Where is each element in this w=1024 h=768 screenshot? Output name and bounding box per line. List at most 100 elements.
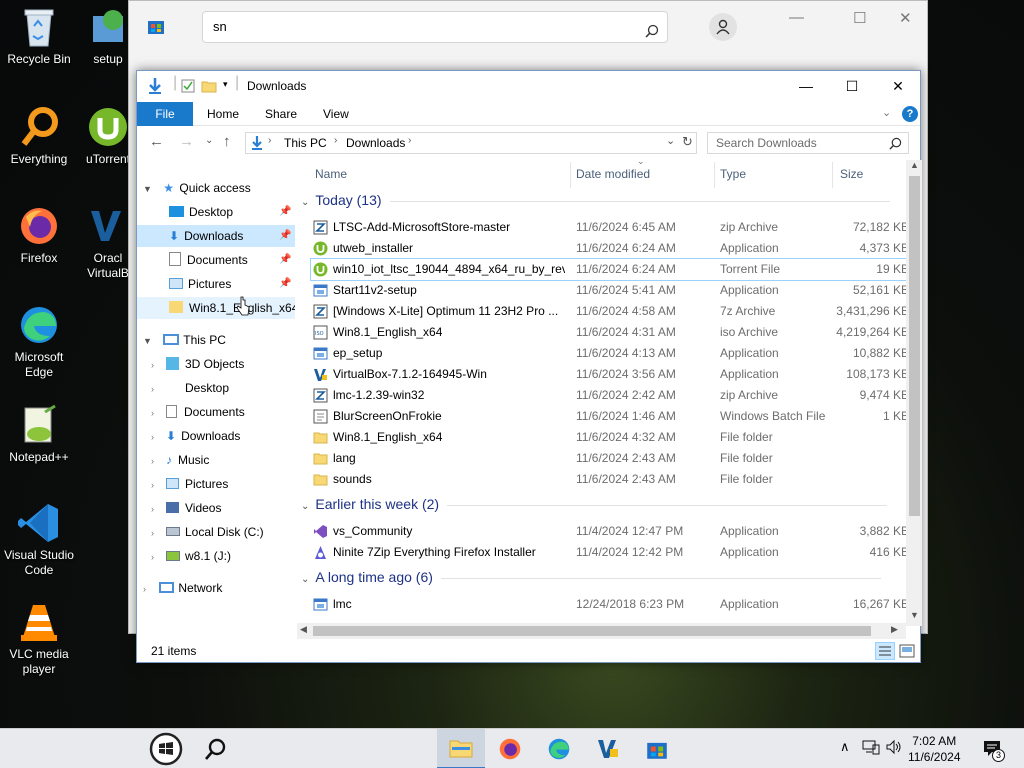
vertical-scrollbar[interactable]: ▲ ▼ <box>906 160 922 626</box>
file-row[interactable]: lmc-1.2.39-win32 11/6/2024 2:42 AM zip Arc… <box>311 385 909 406</box>
nav-item-w81-drive[interactable]: › w8.1 (J:) <box>151 545 295 567</box>
address-dropdown-icon[interactable]: ⌄ <box>666 134 675 147</box>
column-header-date[interactable]: Date modified <box>576 160 650 188</box>
column-header-size[interactable]: Size <box>840 160 863 188</box>
forward-arrow-icon[interactable]: → <box>179 133 194 150</box>
column-header-name[interactable]: Name <box>315 160 347 188</box>
start-button[interactable] <box>142 729 190 768</box>
nav-item-local-disk[interactable]: › Local Disk (C:) <box>151 521 295 543</box>
scroll-down-icon[interactable]: ▼ <box>910 610 919 620</box>
recent-chevron-icon[interactable]: ⌄ <box>205 135 213 146</box>
file-row[interactable]: win10_iot_ltsc_19044_4894_x64_ru_by_rev.… <box>310 258 909 281</box>
expand-ribbon-icon[interactable]: ⌄ <box>882 106 891 119</box>
group-header[interactable]: ⌄ Earlier this week (2) <box>301 496 888 512</box>
nav-network[interactable]: › Network <box>143 577 295 599</box>
title-bar[interactable]: | ▾ | Downloads — ☐ ✕ <box>137 71 920 102</box>
large-icons-view-icon[interactable] <box>899 644 915 661</box>
file-row[interactable]: sounds 11/6/2024 2:43 AM File folder <box>311 469 909 490</box>
group-header[interactable]: ⌄ Today (13) <box>301 192 890 208</box>
desktop-icon-everything[interactable]: Everything <box>2 106 76 167</box>
up-arrow-icon[interactable]: ↑ <box>223 133 231 150</box>
close-icon[interactable]: ✕ <box>875 71 921 101</box>
taskbar-virtualbox[interactable] <box>584 729 632 768</box>
tab-view[interactable]: View <box>323 102 349 126</box>
tab-share[interactable]: Share <box>265 102 297 126</box>
minimize-icon[interactable]: — <box>789 9 804 26</box>
nav-item-documents[interactable]: Documents 📌 <box>137 249 295 271</box>
maximize-icon[interactable]: ☐ <box>829 71 875 101</box>
desktop-icon-firefox[interactable]: Firefox <box>2 205 76 266</box>
column-header-type[interactable]: Type <box>720 160 746 188</box>
back-arrow-icon[interactable]: ← <box>149 133 164 150</box>
network-tray-icon[interactable] <box>862 739 880 758</box>
desktop-icon-edge[interactable]: Microsoft Edge <box>2 304 76 380</box>
nav-item-music[interactable]: › ♪ Music <box>151 449 295 471</box>
nav-item-downloads[interactable]: ⬇ Downloads 📌 <box>137 225 295 247</box>
desktop-icon-vlc[interactable]: VLC media player <box>2 601 76 677</box>
file-row[interactable]: Win8.1_English_x64 11/6/2024 4:32 AM File … <box>311 427 909 448</box>
horizontal-scroll-thumb[interactable] <box>313 626 871 636</box>
chevron-down-icon[interactable]: ▾ <box>223 79 228 90</box>
notification-center-icon[interactable]: 3 <box>982 739 1005 762</box>
breadcrumb-this-pc[interactable]: This PC <box>284 136 327 150</box>
scroll-left-icon[interactable]: ◀ <box>300 624 307 635</box>
taskbar-store[interactable] <box>633 729 681 768</box>
tab-file[interactable]: File <box>137 102 193 126</box>
store-search-input[interactable]: sn <box>202 11 668 43</box>
breadcrumb-downloads[interactable]: Downloads <box>346 136 405 150</box>
volume-icon[interactable] <box>885 739 903 758</box>
taskbar-firefox[interactable] <box>486 729 534 768</box>
nav-item-pc-desktop[interactable]: › Desktop <box>151 377 295 399</box>
horizontal-scrollbar[interactable]: ◀ ▶ <box>297 623 906 639</box>
system-clock[interactable]: 7:02 AM 11/6/2024 <box>908 733 961 765</box>
taskbar-edge[interactable] <box>535 729 583 768</box>
tab-home[interactable]: Home <box>207 102 239 126</box>
file-explorer-window[interactable]: | ▾ | Downloads — ☐ ✕ File Home Share Vi… <box>136 70 922 663</box>
properties-icon[interactable] <box>181 79 195 96</box>
scroll-right-icon[interactable]: ▶ <box>891 624 898 635</box>
nav-quick-access[interactable]: ▼ ★ Quick access <box>143 177 295 199</box>
close-icon[interactable]: ✕ <box>899 9 912 27</box>
group-header[interactable]: ⌄ A long time ago (6) <box>301 569 881 585</box>
address-bar[interactable]: › This PC › Downloads › ⌄ ↻ <box>245 132 697 154</box>
nav-item-win81-folder[interactable]: Win8.1_English_x64 <box>137 297 295 319</box>
vertical-scroll-thumb[interactable] <box>909 176 920 516</box>
maximize-icon[interactable]: ☐ <box>853 9 866 27</box>
show-hidden-icons-chevron[interactable]: ∧ <box>840 739 850 755</box>
file-row[interactable]: VirtualBox-7.1.2-164945-Win 11/6/2024 3:5… <box>311 364 909 385</box>
scroll-up-icon[interactable]: ▲ <box>910 160 919 170</box>
nav-item-pictures[interactable]: Pictures 📌 <box>137 273 295 295</box>
file-row[interactable]: lang 11/6/2024 2:43 AM File folder <box>311 448 909 469</box>
nav-item-pc-documents[interactable]: › Documents <box>151 401 295 423</box>
file-row[interactable]: Start11v2-setup 11/6/2024 5:41 AM Applicat… <box>311 280 909 301</box>
file-row[interactable]: LTSC-Add-MicrosoftStore-master 11/6/2024 … <box>311 217 909 238</box>
search-icon[interactable] <box>645 19 659 49</box>
refresh-icon[interactable]: ↻ <box>682 134 693 150</box>
desktop-icon-vscode[interactable]: Visual Studio Code <box>2 502 76 578</box>
desktop-icon-notepadpp[interactable]: Notepad++ <box>2 404 76 465</box>
desktop-icon-recycle-bin[interactable]: Recycle Bin <box>2 6 76 67</box>
file-row[interactable]: BlurScreenOnFrokie 11/6/2024 1:46 AM Windo… <box>311 406 909 427</box>
nav-this-pc[interactable]: ▼ This PC <box>143 329 295 351</box>
nav-item-videos[interactable]: › Videos <box>151 497 295 519</box>
nav-item-pc-downloads[interactable]: › ⬇ Downloads <box>151 425 295 447</box>
search-icon[interactable] <box>889 136 902 156</box>
nav-item-3d-objects[interactable]: › 3D Objects <box>151 353 295 375</box>
file-row[interactable]: [Windows X-Lite] Optimum 11 23H2 Pro ...… <box>311 301 909 322</box>
file-row[interactable]: vs_Community 11/4/2024 12:47 PM Applicatio… <box>311 521 909 542</box>
search-button[interactable] <box>192 729 240 768</box>
help-icon[interactable]: ? <box>902 106 918 122</box>
nav-item-desktop[interactable]: Desktop 📌 <box>137 201 295 223</box>
file-row[interactable]: utweb_installer 11/6/2024 6:24 AM Applicat… <box>311 238 909 259</box>
minimize-icon[interactable]: — <box>783 71 829 101</box>
file-row[interactable]: lmc 12/24/2018 6:23 PM Application 16,267 K… <box>311 594 909 615</box>
taskbar-file-explorer[interactable] <box>437 729 485 768</box>
file-row[interactable]: ISO Win8.1_English_x64 11/6/2024 4:31 AM is… <box>311 322 909 343</box>
file-row[interactable]: ep_setup 11/6/2024 4:13 AM Application 10,8… <box>311 343 909 364</box>
details-view-icon[interactable] <box>875 642 895 660</box>
nav-item-pc-pictures[interactable]: › Pictures <box>151 473 295 495</box>
new-folder-icon[interactable] <box>201 79 217 96</box>
user-avatar-icon[interactable] <box>709 13 737 41</box>
file-row[interactable]: Ninite 7Zip Everything Firefox Installer… <box>311 542 909 563</box>
search-downloads-input[interactable]: Search Downloads <box>707 132 909 154</box>
